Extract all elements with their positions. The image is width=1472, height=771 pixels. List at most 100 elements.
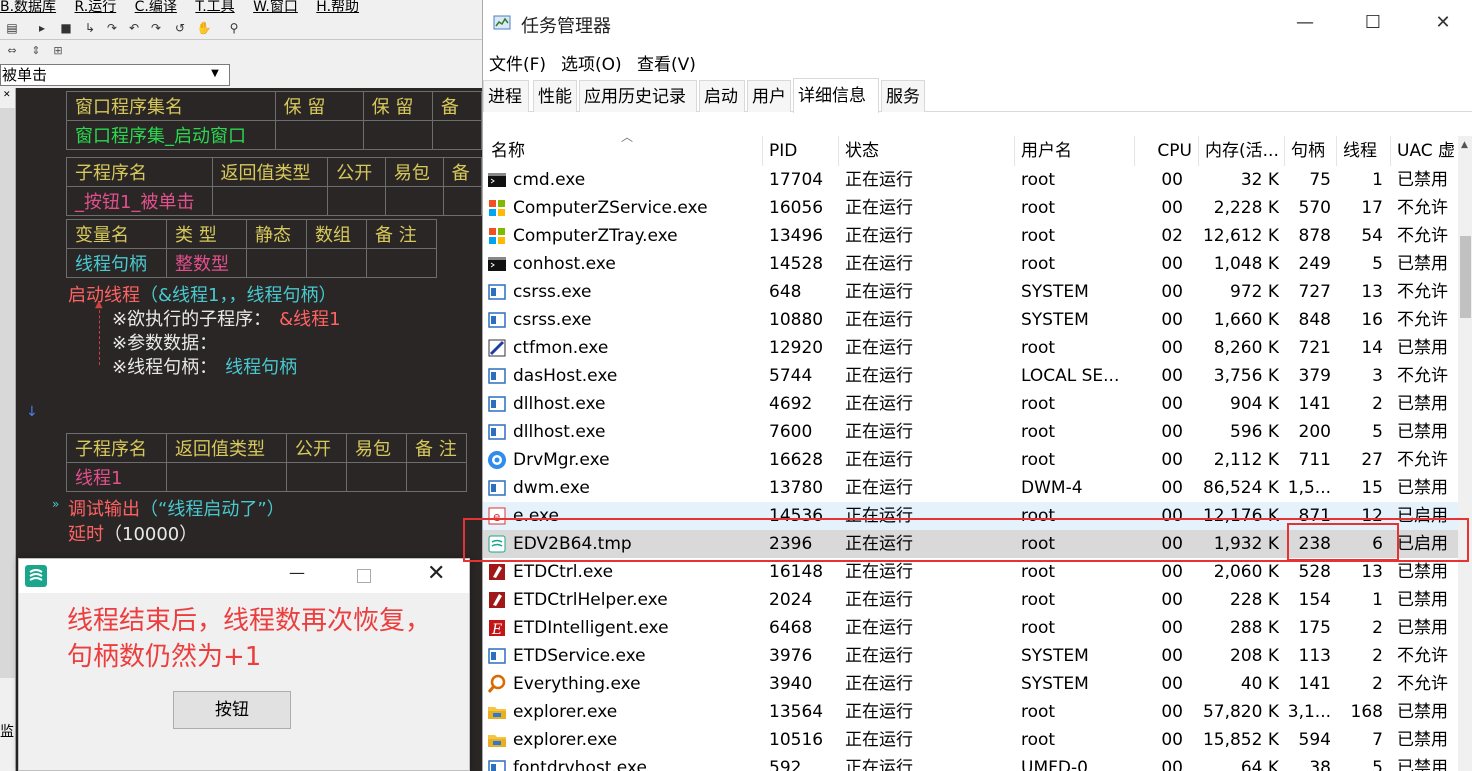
tab-users[interactable]: 用户 (747, 80, 791, 112)
hand-icon[interactable]: ✋ (196, 20, 212, 36)
tab-services[interactable]: 服务 (881, 80, 925, 112)
table-row[interactable]: csrss.exe 10880 正在运行 SYSTEM 00 1,660 K 848 16 不允… (483, 306, 1458, 334)
menu-window[interactable]: W.窗口 (253, 0, 298, 15)
column-header-user[interactable]: 用户名 (1015, 136, 1135, 166)
variable-type-cell[interactable]: 整数型 (166, 248, 247, 278)
cell-uac: 不允许 (1397, 450, 1448, 470)
stop-icon[interactable]: ■ (58, 20, 74, 36)
table-cell[interactable] (442, 186, 482, 216)
table-row[interactable]: explorer.exe 10516 正在运行 root 00 15,852 K 594 7 已… (483, 726, 1458, 754)
chevron-down-icon[interactable]: ▼ (208, 68, 222, 80)
run-to-cursor-icon[interactable]: ↷ (148, 20, 164, 36)
menu-tools[interactable]: T.工具 (195, 0, 234, 15)
table-cell[interactable] (346, 462, 407, 492)
step-into-icon[interactable]: ↳ (82, 20, 98, 36)
table-row[interactable]: Everything.exe 3940 正在运行 SYSTEM 00 40 K 141 2 不允… (483, 670, 1458, 698)
scroll-thumb[interactable] (1460, 236, 1471, 318)
menu-compile[interactable]: C.编译 (135, 0, 177, 15)
close-icon[interactable]: ✕ (1408, 0, 1472, 46)
monitor-tab[interactable]: 监视 (0, 712, 15, 752)
scroll-up-icon[interactable]: ▲ (1461, 140, 1468, 150)
table-row[interactable]: dasHost.exe 5744 正在运行 LOCAL SE... 00 3,756 K 3… (483, 362, 1458, 390)
action-button[interactable]: 按钮 (173, 691, 291, 729)
table-row[interactable]: ComputerZTray.exe 13496 正在运行 root 02 12,612 K… (483, 222, 1458, 250)
table-row[interactable]: DrvMgr.exe 16628 正在运行 root 00 2,112 K 711 27 不允许 (483, 446, 1458, 474)
maximize-icon[interactable]: ☐ (1338, 0, 1408, 46)
code-line-debug-output[interactable]: 调试输出（“线程启动了”） (68, 495, 285, 521)
table-row[interactable]: ctfmon.exe 12920 正在运行 root 00 8,260 K 721 14 已禁用 (483, 334, 1458, 362)
table-row[interactable]: E ETDIntelligent.exe 6468 正在运行 root 00 288 K 17… (483, 614, 1458, 642)
menu-view[interactable]: 查看(V) (637, 50, 696, 75)
table-row[interactable]: fontdrvhost.exe 592 正在运行 UMFD-0 00 64 K 38 5 已禁用 (483, 754, 1458, 771)
table-cell[interactable] (306, 248, 367, 278)
v-split-icon[interactable]: ⇕ (28, 43, 44, 59)
table-row[interactable]: ETDCtrlHelper.exe 2024 正在运行 root 00 228 K 154 1… (483, 586, 1458, 614)
table-row[interactable]: ComputerZService.exe 16056 正在运行 root 00 2,228… (483, 194, 1458, 222)
code-line-delay[interactable]: 延时（10000） (68, 520, 197, 546)
close-icon[interactable]: ✕ (3, 90, 11, 100)
tab-startup[interactable]: 启动 (699, 80, 745, 112)
table-cell[interactable] (286, 462, 347, 492)
cell-name: ETDCtrl.exe (513, 562, 614, 582)
table-row[interactable]: cmd.exe 17704 正在运行 root 00 32 K 75 1 已禁用 (483, 166, 1458, 194)
table-cell[interactable] (211, 186, 329, 216)
table-row[interactable]: explorer.exe 13564 正在运行 root 00 57,820 K 3,1..… (483, 698, 1458, 726)
column-header-threads[interactable]: 线程 (1337, 136, 1391, 166)
column-header-uac[interactable]: UAC 虚 (1391, 136, 1458, 166)
subroutine-name-cell[interactable]: _按钮1_被单击 (66, 186, 213, 216)
tab-app-history[interactable]: 应用历史记录 (579, 80, 697, 112)
column-header-handles[interactable]: 句柄 (1285, 136, 1337, 166)
table-cell[interactable] (431, 120, 482, 150)
table-cell[interactable] (166, 462, 287, 492)
table-row[interactable]: dllhost.exe 7600 正在运行 root 00 596 K 200 5 已禁用 (483, 418, 1458, 446)
tab-processes[interactable]: 进程 (483, 80, 529, 112)
h-split-icon[interactable]: ⇔ (4, 43, 20, 59)
table-cell[interactable] (406, 462, 467, 492)
titlebar[interactable]: 任务管理器 — ☐ ✕ (483, 0, 1472, 46)
column-header-status[interactable]: 状态 (839, 136, 1015, 166)
minimize-icon[interactable]: — (289, 563, 305, 582)
table-row[interactable]: ETDCtrl.exe 16148 正在运行 root 00 2,060 K 528 13 已禁… (483, 558, 1458, 586)
table-cell[interactable] (246, 248, 307, 278)
table-cell[interactable] (327, 186, 386, 216)
dialog-titlebar[interactable]: — ✕ (19, 559, 469, 593)
menu-run[interactable]: R.运行 (75, 0, 117, 15)
column-header-name[interactable]: 名称 (483, 136, 763, 166)
table-row[interactable]: dllhost.exe 4692 正在运行 root 00 904 K 141 2 已禁用 (483, 390, 1458, 418)
table-cell[interactable] (362, 120, 433, 150)
run-icon[interactable]: ▸ (34, 20, 50, 36)
subroutine-name-cell[interactable]: 线程1 (66, 462, 167, 492)
table-cell[interactable] (274, 120, 364, 150)
maximize-icon[interactable] (357, 569, 371, 583)
table-row[interactable]: dwm.exe 13780 正在运行 DWM-4 00 86,524 K 1,5... 15 已… (483, 474, 1458, 502)
assembly-name-cell[interactable]: 窗口程序集_启动窗口 (66, 120, 276, 150)
table-cell[interactable] (384, 186, 444, 216)
vertical-scrollbar[interactable]: ▲ (1458, 136, 1472, 771)
step-back-icon[interactable]: ↺ (172, 20, 188, 36)
column-header-pid[interactable]: PID (763, 136, 839, 166)
tab-performance[interactable]: 性能 (533, 80, 577, 112)
table-cell[interactable] (366, 248, 437, 278)
step-over-icon[interactable]: ↷ (104, 20, 120, 36)
step-out-icon[interactable]: ↶ (126, 20, 142, 36)
breakpoint-arrow-icon[interactable]: » (52, 497, 59, 511)
menu-options[interactable]: 选项(O) (561, 50, 622, 75)
code-line-start-thread[interactable]: 启动线程（&线程1，，线程句柄） (68, 281, 337, 307)
minimize-icon[interactable]: — (1270, 0, 1340, 46)
table-row[interactable]: csrss.exe 648 正在运行 SYSTEM 00 972 K 727 13 不允许 (483, 278, 1458, 306)
table-row[interactable]: conhost.exe 14528 正在运行 root 00 1,048 K 249 5 已禁用 (483, 250, 1458, 278)
event-combo[interactable]: 被单击 (0, 64, 230, 86)
column-header-memory[interactable]: 内存(活... (1199, 136, 1285, 166)
column-header-cpu[interactable]: CPU (1135, 136, 1199, 166)
variable-name-cell[interactable]: 线程句柄 (66, 248, 167, 278)
table-row[interactable]: ETDService.exe 3976 正在运行 SYSTEM 00 208 K 113 2 不… (483, 642, 1458, 670)
close-icon[interactable]: ✕ (427, 561, 445, 586)
menu-database[interactable]: B.数据库 (0, 0, 56, 15)
window-icon[interactable]: ▤ (4, 20, 20, 36)
menu-file[interactable]: 文件(F) (489, 50, 546, 75)
menu-help[interactable]: H.帮助 (316, 0, 359, 15)
tab-details[interactable]: 详细信息 (793, 78, 879, 113)
grid-icon[interactable]: ⊞ (50, 43, 66, 59)
cell-pid: 5744 (769, 366, 813, 386)
find-icon[interactable]: ⚲ (226, 20, 242, 36)
